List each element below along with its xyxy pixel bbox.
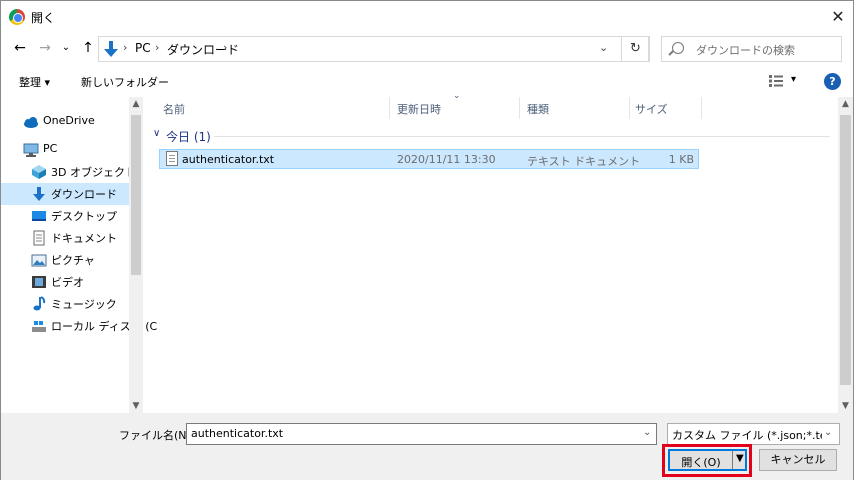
cancel-button[interactable]: キャンセル	[759, 449, 837, 471]
column-divider[interactable]	[629, 97, 630, 119]
group-collapse-icon[interactable]: ∨	[153, 128, 160, 139]
video-icon	[32, 276, 46, 288]
up-button[interactable]: ↑	[78, 38, 98, 58]
column-divider[interactable]	[389, 97, 390, 119]
file-list: 名前 ⌄ 更新日時 種類 サイズ ∨ 今日 (1) authenticator.…	[146, 91, 838, 413]
breadcrumb-separator: ›	[155, 41, 160, 54]
file-modified: 2020/11/11 13:30	[397, 153, 496, 166]
open-button-label: 開く(O)	[681, 456, 721, 469]
close-button[interactable]: ✕	[823, 3, 853, 31]
sidebar-item-videos[interactable]: ビデオ	[1, 271, 129, 293]
sidebar-item-label: ビデオ	[51, 276, 84, 289]
scroll-down-icon[interactable]: ▼	[129, 399, 143, 413]
sidebar-item-label: ダウンロード	[51, 188, 117, 201]
search-placeholder: ダウンロードの検索	[696, 44, 795, 57]
file-type-filter-value: カスタム ファイル (*.json;*.text;*.txt)	[672, 429, 822, 442]
column-divider[interactable]	[701, 97, 702, 119]
new-folder-button[interactable]: 新しいフォルダー	[81, 74, 169, 90]
search-icon	[672, 42, 684, 54]
forward-button[interactable]: →	[35, 38, 55, 58]
recent-locations-button[interactable]: ⌄	[59, 38, 73, 58]
sidebar-item-label: ミュージック	[51, 298, 117, 311]
file-list-scrollbar[interactable]: ▲ ▼	[838, 97, 853, 413]
organize-menu[interactable]: 整理 ▾	[19, 74, 50, 90]
scroll-down-icon[interactable]: ▼	[838, 399, 853, 413]
window-title: 開く	[31, 11, 56, 25]
file-size: 1 KB	[668, 153, 694, 166]
download-arrow-icon	[104, 41, 118, 57]
sidebar-item-label: デスクトップ	[51, 210, 117, 223]
help-icon[interactable]: ?	[824, 73, 841, 90]
filename-dropdown-icon[interactable]: ⌄	[643, 427, 651, 438]
cube-icon	[32, 165, 46, 179]
desktop-icon	[32, 211, 46, 221]
document-icon	[33, 230, 45, 246]
column-header-modified[interactable]: 更新日時	[397, 101, 441, 117]
address-bar[interactable]: › PC › ダウンロード › ⌄	[98, 36, 649, 62]
cloud-icon	[24, 117, 38, 128]
sidebar-item-label: OneDrive	[43, 114, 95, 127]
column-divider[interactable]	[519, 97, 520, 119]
scrollbar-thumb[interactable]	[840, 115, 851, 385]
breadcrumb-downloads[interactable]: ダウンロード	[167, 41, 239, 58]
filename-input[interactable]: authenticator.txt ⌄	[186, 423, 657, 445]
sidebar-item-pc[interactable]: PC	[1, 139, 129, 161]
navigation-pane-scrollbar[interactable]: ▲ ▼	[129, 97, 143, 413]
open-file-dialog: 開く ✕ ← → ⌄ ↑ › PC › ダウンロード › ⌄ ↻ ダウンロードの…	[0, 0, 854, 480]
navigation-pane: OneDrive PC 3D オブジェクト ダウンロード デスクトップ ドキュメ…	[1, 97, 157, 413]
filename-label: ファイル名(N):	[119, 429, 195, 442]
sidebar-item-desktop[interactable]: デスクトップ	[1, 205, 129, 227]
sidebar-item-onedrive[interactable]: OneDrive	[1, 111, 129, 133]
column-header-name[interactable]: 名前	[163, 101, 185, 117]
sort-indicator-icon: ⌄	[453, 91, 461, 101]
title-bar: 開く ✕	[1, 1, 853, 32]
breadcrumb-separator: ›	[223, 41, 228, 54]
computer-icon	[23, 143, 39, 157]
group-header-today[interactable]: 今日 (1)	[166, 128, 211, 145]
file-type: テキスト ドキュメント	[527, 155, 641, 168]
sidebar-item-3d-objects[interactable]: 3D オブジェクト	[1, 161, 136, 183]
search-box[interactable]: ダウンロードの検索	[661, 36, 842, 62]
refresh-button[interactable]: ↻	[621, 36, 650, 62]
group-divider	[214, 136, 830, 137]
file-name: authenticator.txt	[182, 153, 275, 166]
sidebar-item-pictures[interactable]: ピクチャ	[1, 249, 129, 271]
sidebar-item-label: PC	[43, 142, 58, 155]
scrollbar-thumb[interactable]	[131, 115, 141, 275]
sidebar-item-label: ピクチャ	[51, 254, 95, 267]
column-header-type[interactable]: 種類	[527, 101, 549, 117]
sidebar-item-label: 3D オブジェクト	[51, 166, 136, 179]
breadcrumb-pc[interactable]: PC	[135, 41, 151, 55]
picture-icon	[31, 254, 47, 267]
view-dropdown-icon[interactable]: ▾	[791, 74, 796, 85]
filename-value: authenticator.txt	[191, 427, 284, 440]
filter-dropdown-icon[interactable]: ⌄	[824, 427, 832, 438]
disk-icon	[32, 321, 46, 332]
sidebar-item-documents[interactable]: ドキュメント	[1, 227, 129, 249]
breadcrumb-separator: ›	[123, 41, 128, 54]
view-options-icon[interactable]	[769, 75, 783, 87]
open-dropdown-icon[interactable]: ▼	[736, 453, 744, 464]
scroll-up-icon[interactable]: ▲	[838, 97, 853, 111]
address-dropdown-icon[interactable]: ⌄	[599, 41, 608, 54]
music-icon	[33, 296, 46, 311]
text-file-icon	[166, 151, 178, 166]
column-header-size[interactable]: サイズ	[635, 101, 668, 117]
sidebar-item-downloads[interactable]: ダウンロード	[1, 183, 129, 205]
command-bar: 整理 ▾ 新しいフォルダー ▾ ?	[1, 69, 853, 95]
chrome-app-icon	[9, 9, 25, 25]
sidebar-item-label: ドキュメント	[51, 232, 117, 245]
back-button[interactable]: ←	[10, 38, 30, 58]
split-divider	[732, 451, 733, 469]
file-row[interactable]: authenticator.txt 2020/11/11 13:30 テキスト …	[159, 149, 699, 169]
file-type-filter[interactable]: カスタム ファイル (*.json;*.text;*.txt) ⌄	[667, 423, 840, 445]
download-icon	[33, 187, 45, 201]
open-button[interactable]: 開く(O) ▼	[668, 449, 747, 471]
scroll-up-icon[interactable]: ▲	[129, 97, 143, 111]
sidebar-item-music[interactable]: ミュージック	[1, 293, 129, 315]
sidebar-item-local-disk[interactable]: ローカル ディスク (C	[1, 315, 157, 337]
